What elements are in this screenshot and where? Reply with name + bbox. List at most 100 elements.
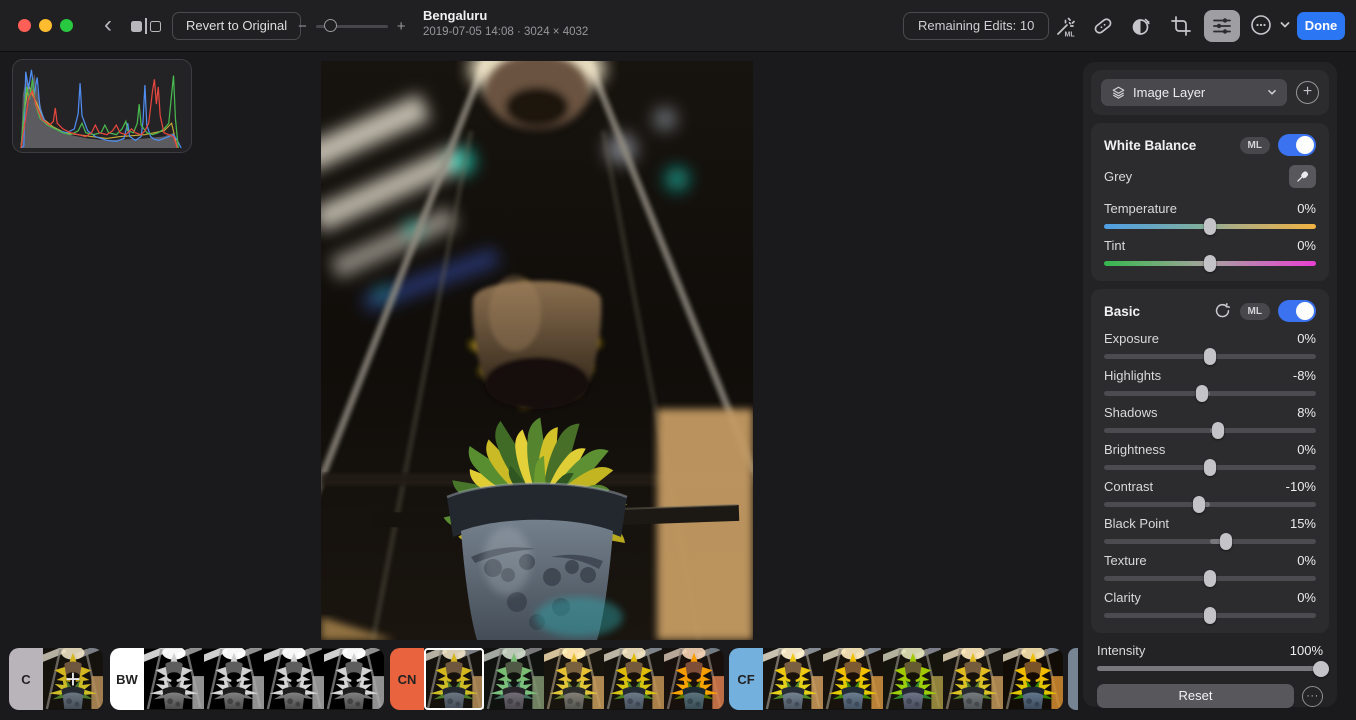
tint-slider[interactable] (1104, 261, 1316, 266)
white-balance-ml-badge[interactable]: ML (1240, 137, 1270, 154)
contrast-value: -10% (1286, 479, 1316, 494)
next-preset-group-edge (1068, 648, 1078, 710)
crop-icon[interactable] (1167, 12, 1195, 40)
svg-text:ML: ML (1065, 32, 1076, 39)
document-title-block: Bengaluru 2019-07-05 14:08 · 3024 × 4032 (355, 8, 695, 38)
preset-thumb-cn-2[interactable] (484, 648, 544, 710)
clarity-label: Clarity (1104, 590, 1141, 605)
shadows-slider-row: Shadows8% (1104, 405, 1316, 433)
shadows-label: Shadows (1104, 405, 1157, 420)
highlights-value: -8% (1293, 368, 1316, 383)
undo-icon (1214, 303, 1231, 320)
histogram-panel (12, 59, 192, 153)
temperature-slider-row: Temperature 0% (1104, 201, 1316, 229)
exposure-slider[interactable] (1104, 354, 1316, 359)
shadows-slider[interactable] (1104, 428, 1316, 433)
photo-editor-window: ‹ Revert to Original − + Bengaluru 2019-… (0, 0, 1356, 720)
preset-group-label-bw[interactable]: BW (110, 648, 144, 710)
preset-thumb-cn-4[interactable] (604, 648, 664, 710)
done-button[interactable]: Done (1297, 12, 1345, 40)
revert-to-original-button[interactable]: Revert to Original (172, 12, 301, 40)
black-point-label: Black Point (1104, 516, 1169, 531)
clarity-value: 0% (1297, 590, 1316, 605)
slider-thumb[interactable] (1220, 533, 1232, 550)
toggle-knob (1296, 136, 1314, 154)
chevron-down-icon (1280, 21, 1290, 29)
black-point-value: 15% (1290, 516, 1316, 531)
contrast-slider-row: Contrast-10% (1104, 479, 1316, 507)
preset-thumb-cn-1-selected[interactable] (424, 648, 484, 710)
slider-thumb[interactable] (1204, 218, 1216, 235)
slider-thumb[interactable] (1204, 255, 1216, 272)
preset-thumb-cf-1[interactable] (763, 648, 823, 710)
clarity-slider[interactable] (1104, 613, 1316, 618)
exposure-value: 0% (1297, 331, 1316, 346)
brightness-slider[interactable] (1104, 465, 1316, 470)
slider-thumb[interactable] (1196, 385, 1208, 402)
zoom-slider-knob[interactable] (324, 19, 337, 32)
exposure-slider-row: Exposure0% (1104, 331, 1316, 359)
document-metadata: 2019-07-05 14:08 · 3024 × 4032 (423, 26, 695, 38)
slider-thumb[interactable] (1204, 348, 1216, 365)
compare-view-icon[interactable] (131, 18, 161, 34)
preset-thumb-bw-3[interactable] (264, 648, 324, 710)
preset-thumb-cf-3[interactable] (883, 648, 943, 710)
preset-group-cf: CF (729, 648, 1063, 710)
texture-slider[interactable] (1104, 576, 1316, 581)
compare-outline-square (150, 21, 161, 32)
preset-group-label-cn[interactable]: CN (390, 648, 424, 710)
slider-thumb[interactable] (1212, 422, 1224, 439)
white-balance-toggle[interactable] (1278, 134, 1316, 156)
preset-thumb-bw-2[interactable] (204, 648, 264, 710)
more-tools-button[interactable] (1250, 12, 1290, 38)
preset-group-label-c[interactable]: C (9, 648, 43, 710)
highlights-slider[interactable] (1104, 391, 1316, 396)
preset-thumb-cf-2[interactable] (823, 648, 883, 710)
tint-value: 0% (1297, 238, 1316, 253)
temperature-value: 0% (1297, 201, 1316, 216)
close-window-button[interactable] (18, 19, 31, 32)
ml-enhance-icon[interactable]: ML (1051, 12, 1079, 40)
zoom-window-button[interactable] (60, 19, 73, 32)
slider-thumb[interactable] (1204, 459, 1216, 476)
contrast-slider[interactable] (1104, 502, 1316, 507)
basic-reset-button[interactable] (1214, 303, 1231, 320)
preset-thumb-cf-4[interactable] (943, 648, 1003, 710)
preset-group-bw: BW (110, 648, 384, 710)
add-layer-button[interactable]: + (1296, 81, 1319, 104)
texture-slider-row: Texture 0% (1104, 553, 1316, 581)
preset-group-label-cf[interactable]: CF (729, 648, 763, 710)
preset-thumb-cf-5[interactable] (1003, 648, 1063, 710)
preset-thumb-custom-add[interactable]: + (43, 648, 103, 710)
black-point-slider[interactable] (1104, 539, 1316, 544)
repair-tool-icon[interactable] (1089, 12, 1117, 40)
clarity-slider-row: Clarity 0% (1104, 590, 1316, 618)
color-adjust-icon[interactable] (1127, 12, 1155, 40)
texture-value: 0% (1297, 553, 1316, 568)
highlights-slider-row: Highlights-8% (1104, 368, 1316, 396)
basic-toggle[interactable] (1278, 300, 1316, 322)
remaining-edits-badge[interactable]: Remaining Edits: 10 (903, 12, 1049, 40)
zoom-out-button[interactable]: − (298, 18, 307, 35)
preset-thumb-cn-3[interactable] (544, 648, 604, 710)
preset-thumb-cn-5[interactable] (664, 648, 724, 710)
temperature-label: Temperature (1104, 201, 1177, 216)
minimize-window-button[interactable] (39, 19, 52, 32)
back-button[interactable]: ‹ (96, 12, 120, 40)
adjustments-tool-button-active[interactable] (1204, 10, 1240, 42)
slider-thumb[interactable] (1204, 570, 1216, 587)
slider-thumb[interactable] (1204, 607, 1216, 624)
tint-label: Tint (1104, 238, 1125, 253)
basic-ml-badge[interactable]: ML (1240, 303, 1270, 320)
layer-select-dropdown[interactable]: Image Layer (1101, 79, 1287, 106)
temperature-slider[interactable] (1104, 224, 1316, 229)
grey-eyedropper-button[interactable] (1289, 165, 1316, 188)
preset-group-cn: CN (390, 648, 724, 710)
basic-title: Basic (1104, 304, 1214, 319)
toggle-knob (1296, 302, 1314, 320)
texture-label: Texture (1104, 553, 1147, 568)
preset-thumb-bw-1[interactable] (144, 648, 204, 710)
slider-thumb[interactable] (1193, 496, 1205, 513)
add-preset-icon: + (43, 648, 103, 710)
preset-thumb-bw-4[interactable] (324, 648, 384, 710)
